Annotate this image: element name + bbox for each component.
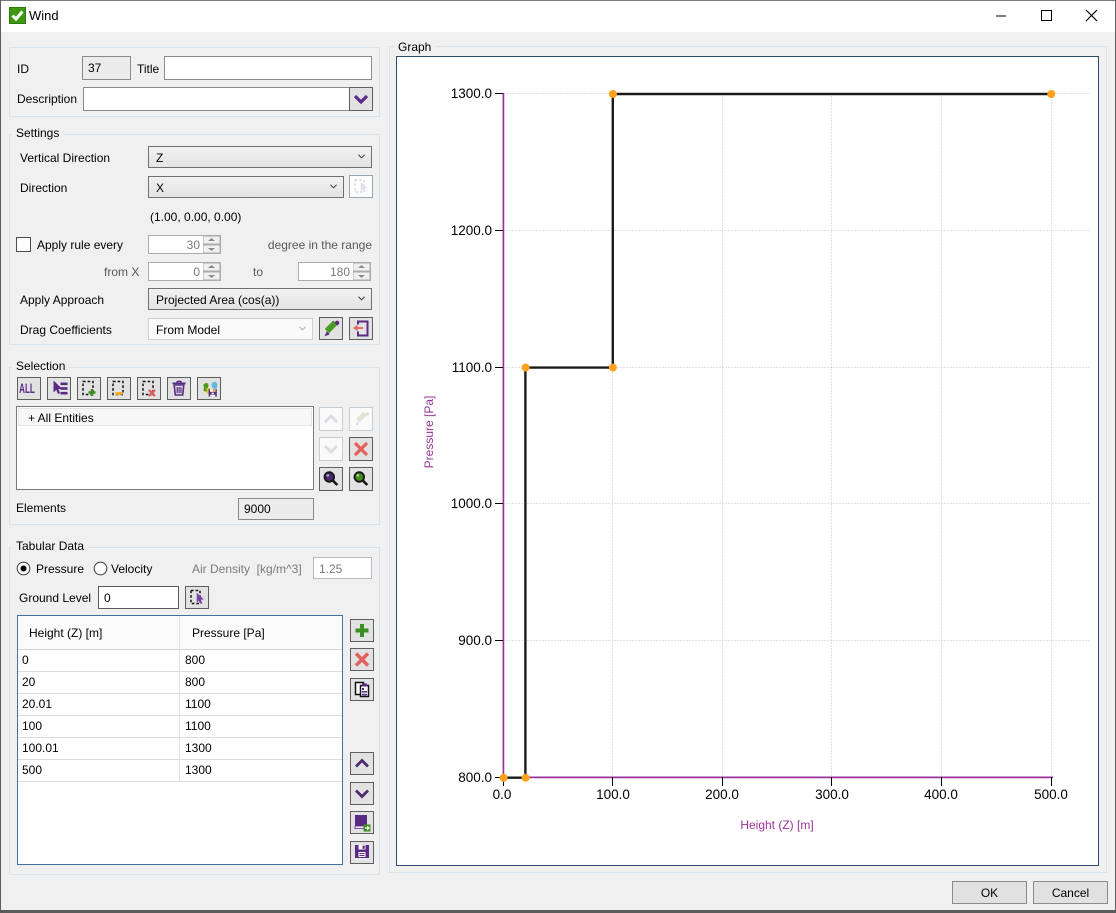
svg-text:300.0: 300.0: [815, 787, 849, 802]
svg-text:800.0: 800.0: [458, 770, 492, 785]
svg-text:1100.0: 1100.0: [452, 360, 492, 375]
svg-text:20.01: 20.01: [22, 697, 52, 711]
svg-text:1300: 1300: [185, 741, 212, 755]
svg-text:100.01: 100.01: [22, 741, 59, 755]
svg-text:900.0: 900.0: [458, 633, 492, 648]
svg-text:400.0: 400.0: [924, 787, 958, 802]
svg-text:1100: 1100: [185, 697, 211, 711]
svg-text:100: 100: [22, 719, 42, 733]
svg-text:0: 0: [22, 653, 29, 667]
svg-text:Height (Z) [m]: Height (Z) [m]: [29, 626, 102, 640]
svg-text:Pressure [Pa]: Pressure [Pa]: [422, 396, 436, 469]
svg-text:500.0: 500.0: [1034, 787, 1068, 802]
svg-text:800: 800: [185, 653, 205, 667]
svg-text:Pressure [Pa]: Pressure [Pa]: [192, 626, 265, 640]
svg-text:100.0: 100.0: [596, 787, 630, 802]
svg-text:1000.0: 1000.0: [451, 496, 492, 511]
svg-text:1100: 1100: [185, 719, 211, 733]
svg-text:800: 800: [185, 675, 205, 689]
svg-text:Height (Z) [m]: Height (Z) [m]: [740, 818, 813, 832]
svg-text:1300.0: 1300.0: [451, 86, 492, 101]
svg-text:500: 500: [22, 763, 42, 777]
svg-text:20: 20: [22, 675, 36, 689]
svg-text:0.0: 0.0: [493, 787, 512, 802]
svg-text:200.0: 200.0: [705, 787, 739, 802]
svg-text:1200.0: 1200.0: [451, 223, 492, 238]
svg-text:1300: 1300: [185, 763, 212, 777]
